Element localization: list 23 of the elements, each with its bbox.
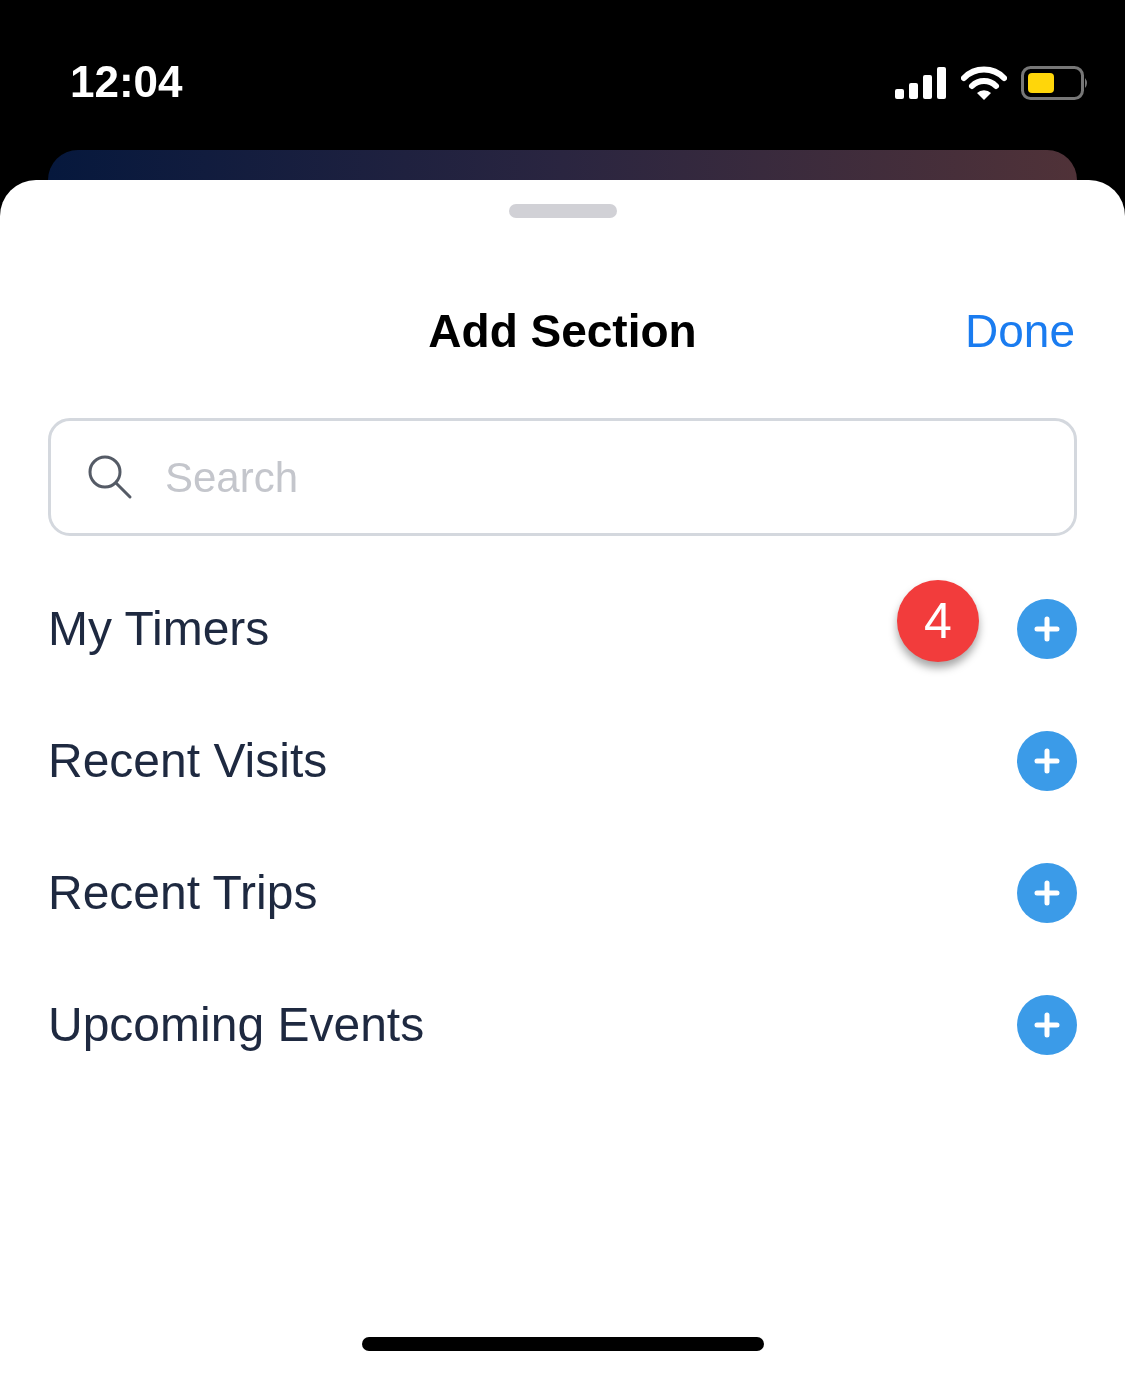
add-button[interactable]	[1017, 863, 1077, 923]
wifi-icon	[961, 66, 1007, 100]
search-input[interactable]: Search	[165, 445, 1074, 509]
section-label: Recent Visits	[48, 733, 328, 789]
done-button[interactable]: Done	[965, 303, 1075, 359]
add-button[interactable]	[1017, 599, 1077, 659]
battery-icon	[1021, 66, 1089, 100]
step-badge: 4	[897, 580, 979, 662]
plus-icon	[1034, 1012, 1060, 1038]
section-label: My Timers	[48, 601, 270, 657]
drag-handle[interactable]	[508, 204, 617, 218]
sheet-title: Add Section	[428, 304, 697, 359]
add-button[interactable]	[1017, 731, 1077, 791]
section-label: Recent Trips	[48, 865, 318, 921]
status-time: 12:04	[70, 58, 183, 106]
add-button[interactable]	[1017, 995, 1077, 1055]
section-label: Upcoming Events	[48, 997, 425, 1053]
search-field[interactable]: Search	[48, 418, 1077, 536]
plus-icon	[1034, 748, 1060, 774]
search-icon	[87, 454, 133, 500]
plus-icon	[1034, 616, 1060, 642]
plus-icon	[1034, 880, 1060, 906]
signal-icon	[895, 67, 947, 99]
